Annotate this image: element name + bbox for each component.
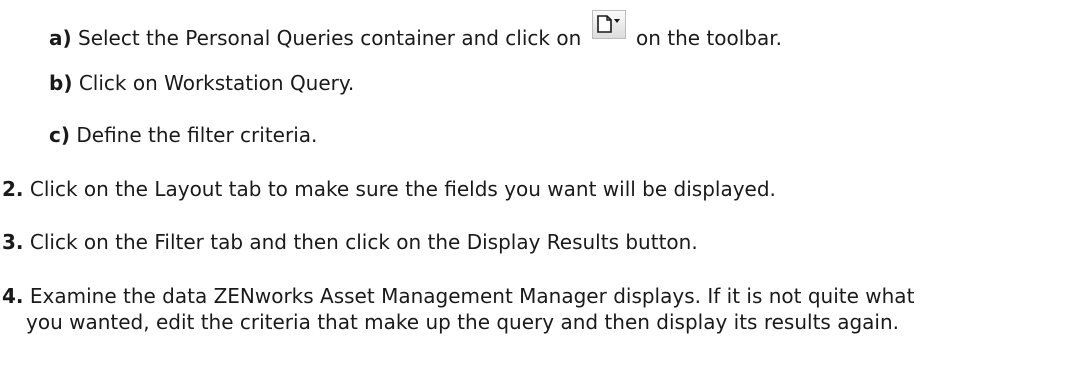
step-a-text: Select the Personal Queries container an… <box>71 26 588 50</box>
step-3-marker: 3. <box>2 230 24 254</box>
step-4: 4. Examine the data ZENworks Asset Manag… <box>2 284 914 308</box>
step-4-marker: 4. <box>2 284 24 308</box>
step-a-marker: a) <box>49 26 72 50</box>
step-c-marker: c) <box>49 123 70 147</box>
step-2: 2. Click on the Layout tab to make sure … <box>2 177 776 201</box>
step-2-text: Click on the Layout tab to make sure the… <box>23 177 776 201</box>
step-4-continuation: you wanted, edit the criteria that make … <box>26 310 899 334</box>
step-3: 3. Click on the Filter tab and then clic… <box>2 230 698 254</box>
step-c-text: Define the filter criteria. <box>70 123 318 147</box>
step-a-text-after: on the toolbar. <box>629 26 782 50</box>
step-4-continuation-text: you wanted, edit the criteria that make … <box>26 310 899 334</box>
step-b-text: Click on Workstation Query. <box>72 71 355 95</box>
new-query-dropdown-icon <box>591 10 626 39</box>
step-a: a) Select the Personal Queries container… <box>49 10 782 50</box>
step-2-marker: 2. <box>2 177 24 201</box>
step-b: b) Click on Workstation Query. <box>49 71 354 95</box>
step-3-text: Click on the Filter tab and then click o… <box>23 230 698 254</box>
step-b-marker: b) <box>49 71 73 95</box>
step-4-text: Examine the data ZENworks Asset Manageme… <box>23 284 915 308</box>
step-c: c) Define the filter criteria. <box>49 123 317 147</box>
